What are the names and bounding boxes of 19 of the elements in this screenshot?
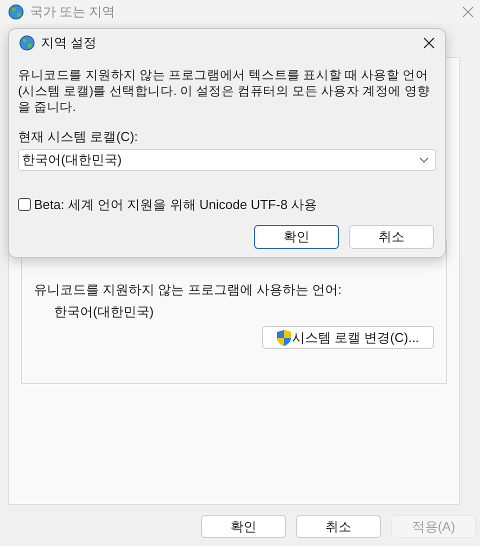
locale-label: 현재 시스템 로캘(C): bbox=[18, 128, 139, 146]
chevron-down-icon bbox=[419, 157, 429, 163]
utf8-option-label: Beta: 세계 언어 지원을 위해 Unicode UTF-8 사용 bbox=[34, 196, 318, 214]
locale-dropdown[interactable]: 한국어(대한민국) bbox=[18, 149, 436, 171]
close-icon[interactable] bbox=[423, 37, 435, 49]
language-value: 한국어(대한민국) bbox=[53, 303, 155, 321]
dialog-button[interactable]: 취소 bbox=[349, 224, 434, 248]
shield-icon bbox=[276, 330, 291, 346]
window-title: 국가 또는 지역 bbox=[30, 3, 116, 22]
globe-icon bbox=[8, 4, 24, 20]
globe-icon bbox=[19, 35, 35, 51]
dialog-button[interactable]: 확인 bbox=[201, 515, 286, 538]
utf8-checkbox[interactable] bbox=[18, 198, 31, 212]
dialog-description: 유니코드를 지원하지 않는 프로그램에서 텍스트를 표시할 때 사용할 언어(시스템 로캘)를 선택합니다. 이 설정은 컴퓨터의 모든 사용자 계정에 영향을 줍니다. bbox=[18, 67, 431, 115]
dialog-button[interactable]: 취소 bbox=[296, 515, 381, 538]
language-label: 유니코드를 지원하지 않는 프로그램에 사용하는 언어: bbox=[34, 281, 343, 299]
dialog-button[interactable]: 확인 bbox=[254, 224, 339, 248]
change-locale-button[interactable]: 시스템 로캘 변경(C)... bbox=[262, 326, 434, 349]
dialog-title: 지역 설정 bbox=[41, 34, 97, 52]
